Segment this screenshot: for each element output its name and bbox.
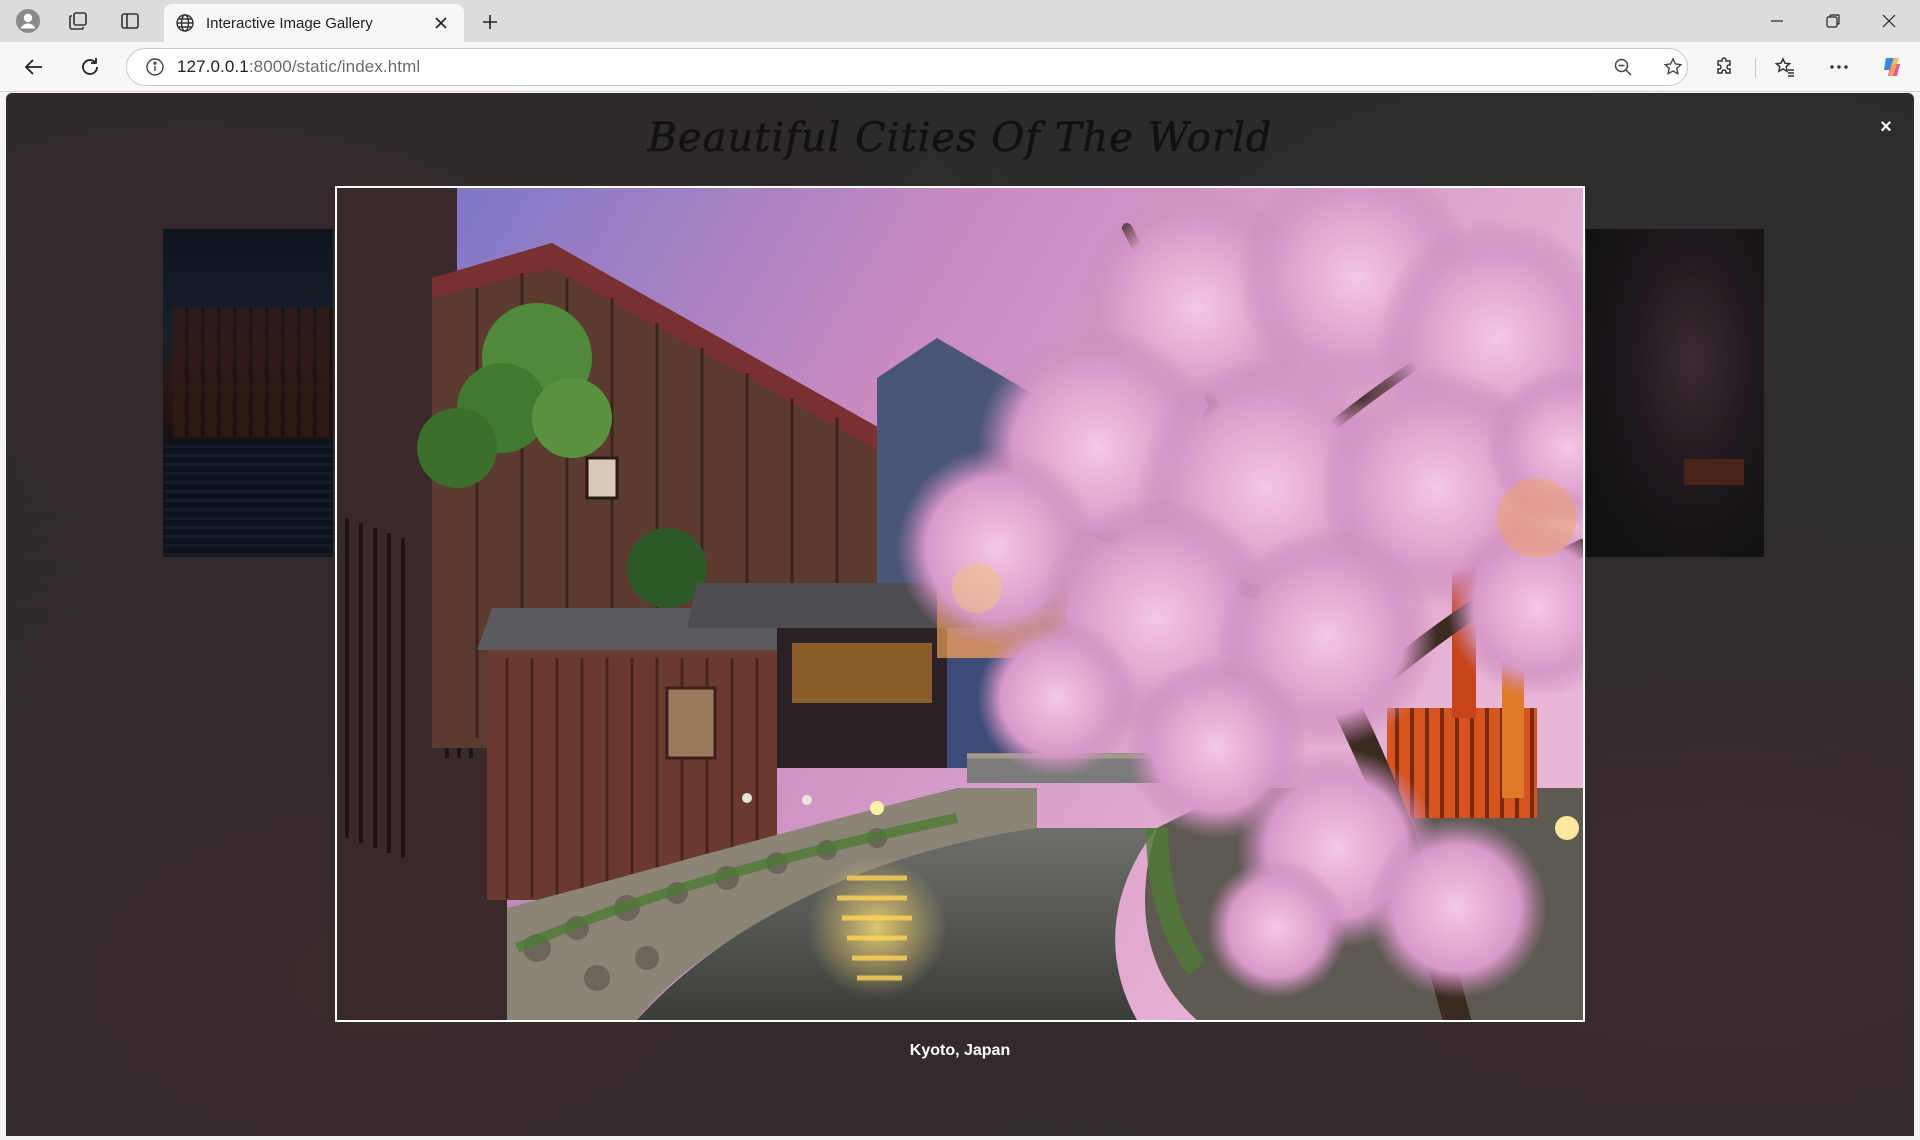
copilot-icon[interactable] <box>1873 49 1913 85</box>
thumbnail-buildings <box>173 307 333 437</box>
tab-title: Interactive Image Gallery <box>206 14 373 32</box>
toolbar-divider <box>1755 58 1756 78</box>
next-image-thumbnail[interactable] <box>1586 229 1764 557</box>
workspaces-icon[interactable] <box>58 4 98 38</box>
page-title: Beautiful Cities Of The World <box>647 115 1273 161</box>
close-tab-icon[interactable] <box>428 10 454 36</box>
url-path: :8000/static/index.html <box>248 57 421 76</box>
featured-image[interactable] <box>335 186 1585 1022</box>
profile-icon[interactable] <box>8 4 48 38</box>
restore-icon[interactable] <box>1805 0 1861 42</box>
thumbnail-lantern <box>1684 459 1744 485</box>
kyoto-photo <box>337 188 1583 1020</box>
refresh-icon[interactable] <box>70 49 110 85</box>
star-icon[interactable] <box>1655 51 1691 83</box>
info-icon[interactable] <box>133 49 177 85</box>
globe-icon <box>174 12 196 34</box>
browser-titlebar: Interactive Image Gallery <box>0 0 1920 42</box>
more-icon[interactable] <box>1819 49 1859 85</box>
browser-toolbar: 127.0.0.1:8000/static/index.html <box>0 42 1920 92</box>
back-arrow-icon[interactable] <box>14 49 54 85</box>
tab-actions-icon[interactable] <box>110 4 150 38</box>
url-host: 127.0.0.1 <box>177 57 249 76</box>
favorites-icon[interactable] <box>1765 49 1805 85</box>
plus-icon[interactable] <box>472 6 508 38</box>
url-text[interactable]: 127.0.0.1:8000/static/index.html <box>177 57 420 77</box>
thumbnail-water <box>163 439 333 557</box>
image-caption: Kyoto, Japan <box>909 1042 1011 1059</box>
address-bar[interactable]: 127.0.0.1:8000/static/index.html <box>126 48 1688 86</box>
gallery-lightbox: Beautiful Cities Of The World × Kyoto, J… <box>6 93 1914 1136</box>
close-lightbox-button[interactable]: × <box>1872 113 1900 141</box>
zoom-out-icon[interactable] <box>1605 51 1641 83</box>
minimize-icon[interactable] <box>1749 0 1805 42</box>
tab-interactive-image-gallery[interactable]: Interactive Image Gallery <box>164 4 464 42</box>
close-window-icon[interactable] <box>1861 0 1917 42</box>
previous-image-thumbnail[interactable] <box>163 229 333 557</box>
extensions-icon[interactable] <box>1705 49 1745 85</box>
